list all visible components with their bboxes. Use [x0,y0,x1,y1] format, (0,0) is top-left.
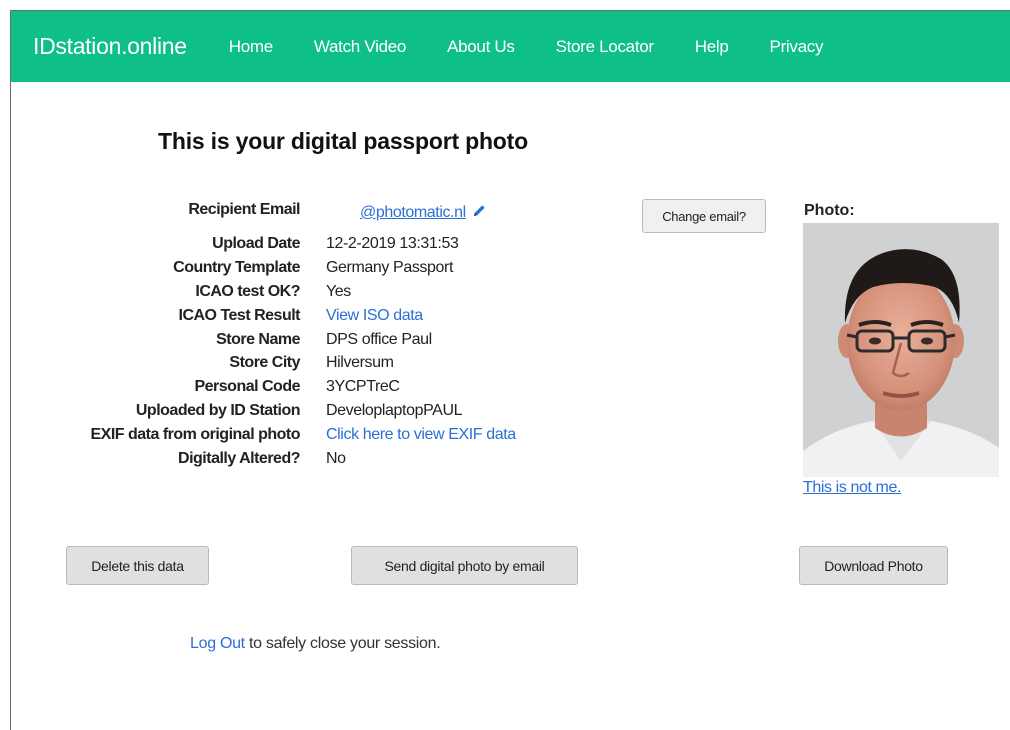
uploaded-by-value: DeveloplaptopPAUL [326,402,463,419]
recipient-email-value: @photomatic.nl [360,203,487,223]
brand-logo[interactable]: IDstation.online [33,33,187,60]
portrait-image [803,223,999,477]
top-navbar: IDstation.online Home Watch Video About … [11,11,1010,82]
uploaded-by-label: Uploaded by ID Station [135,402,301,419]
page-title: This is your digital passport photo [158,128,528,154]
photo-label: Photo: [804,202,855,219]
nav-store-locator[interactable]: Store Locator [556,37,654,57]
store-city-value: Hilversum [326,354,394,371]
change-email-button[interactable]: Change email? [642,199,766,233]
digitally-altered-value: No [326,450,346,467]
icao-test-ok-value: Yes [326,283,351,300]
upload-date-value: 12-2-2019 13:31:53 [326,235,459,252]
logout-suffix-text: to safely close your session. [244,635,441,652]
upload-date-label: Upload Date [212,235,300,252]
store-name-value: DPS office Paul [326,331,432,348]
nav-home[interactable]: Home [229,37,273,57]
passport-photo [803,223,999,477]
nav-privacy[interactable]: Privacy [770,37,824,57]
delete-data-button[interactable]: Delete this data [66,546,209,585]
country-template-value: Germany Passport [326,259,453,276]
digitally-altered-label: Digitally Altered? [178,450,300,467]
icao-test-ok-label: ICAO test OK? [195,283,300,300]
view-iso-data-link[interactable]: View ISO data [326,307,423,325]
exif-data-label: EXIF data from original photo [90,426,301,443]
nav-about-us[interactable]: About Us [447,37,515,57]
download-photo-button[interactable]: Download Photo [799,546,948,585]
store-city-label: Store City [229,354,300,371]
icao-test-result-label: ICAO Test Result [178,307,301,324]
personal-code-label: Personal Code [194,378,300,395]
pencil-icon[interactable] [472,203,487,223]
nav-help[interactable]: Help [695,37,729,57]
personal-code-value: 3YCPTreC [326,378,400,395]
not-me-link[interactable]: This is not me. [803,479,901,497]
store-name-label: Store Name [216,331,300,348]
recipient-email-link[interactable]: @photomatic.nl [360,204,466,221]
recipient-email-label: Recipient Email [188,201,300,218]
nav-watch-video[interactable]: Watch Video [314,37,406,57]
logout-message: Log Out to safely close your session. [190,635,441,653]
view-exif-data-link[interactable]: Click here to view EXIF data [326,426,516,444]
logout-link[interactable]: Log Out [190,635,245,652]
country-template-label: Country Template [173,259,300,276]
send-photo-email-button[interactable]: Send digital photo by email [351,546,578,585]
